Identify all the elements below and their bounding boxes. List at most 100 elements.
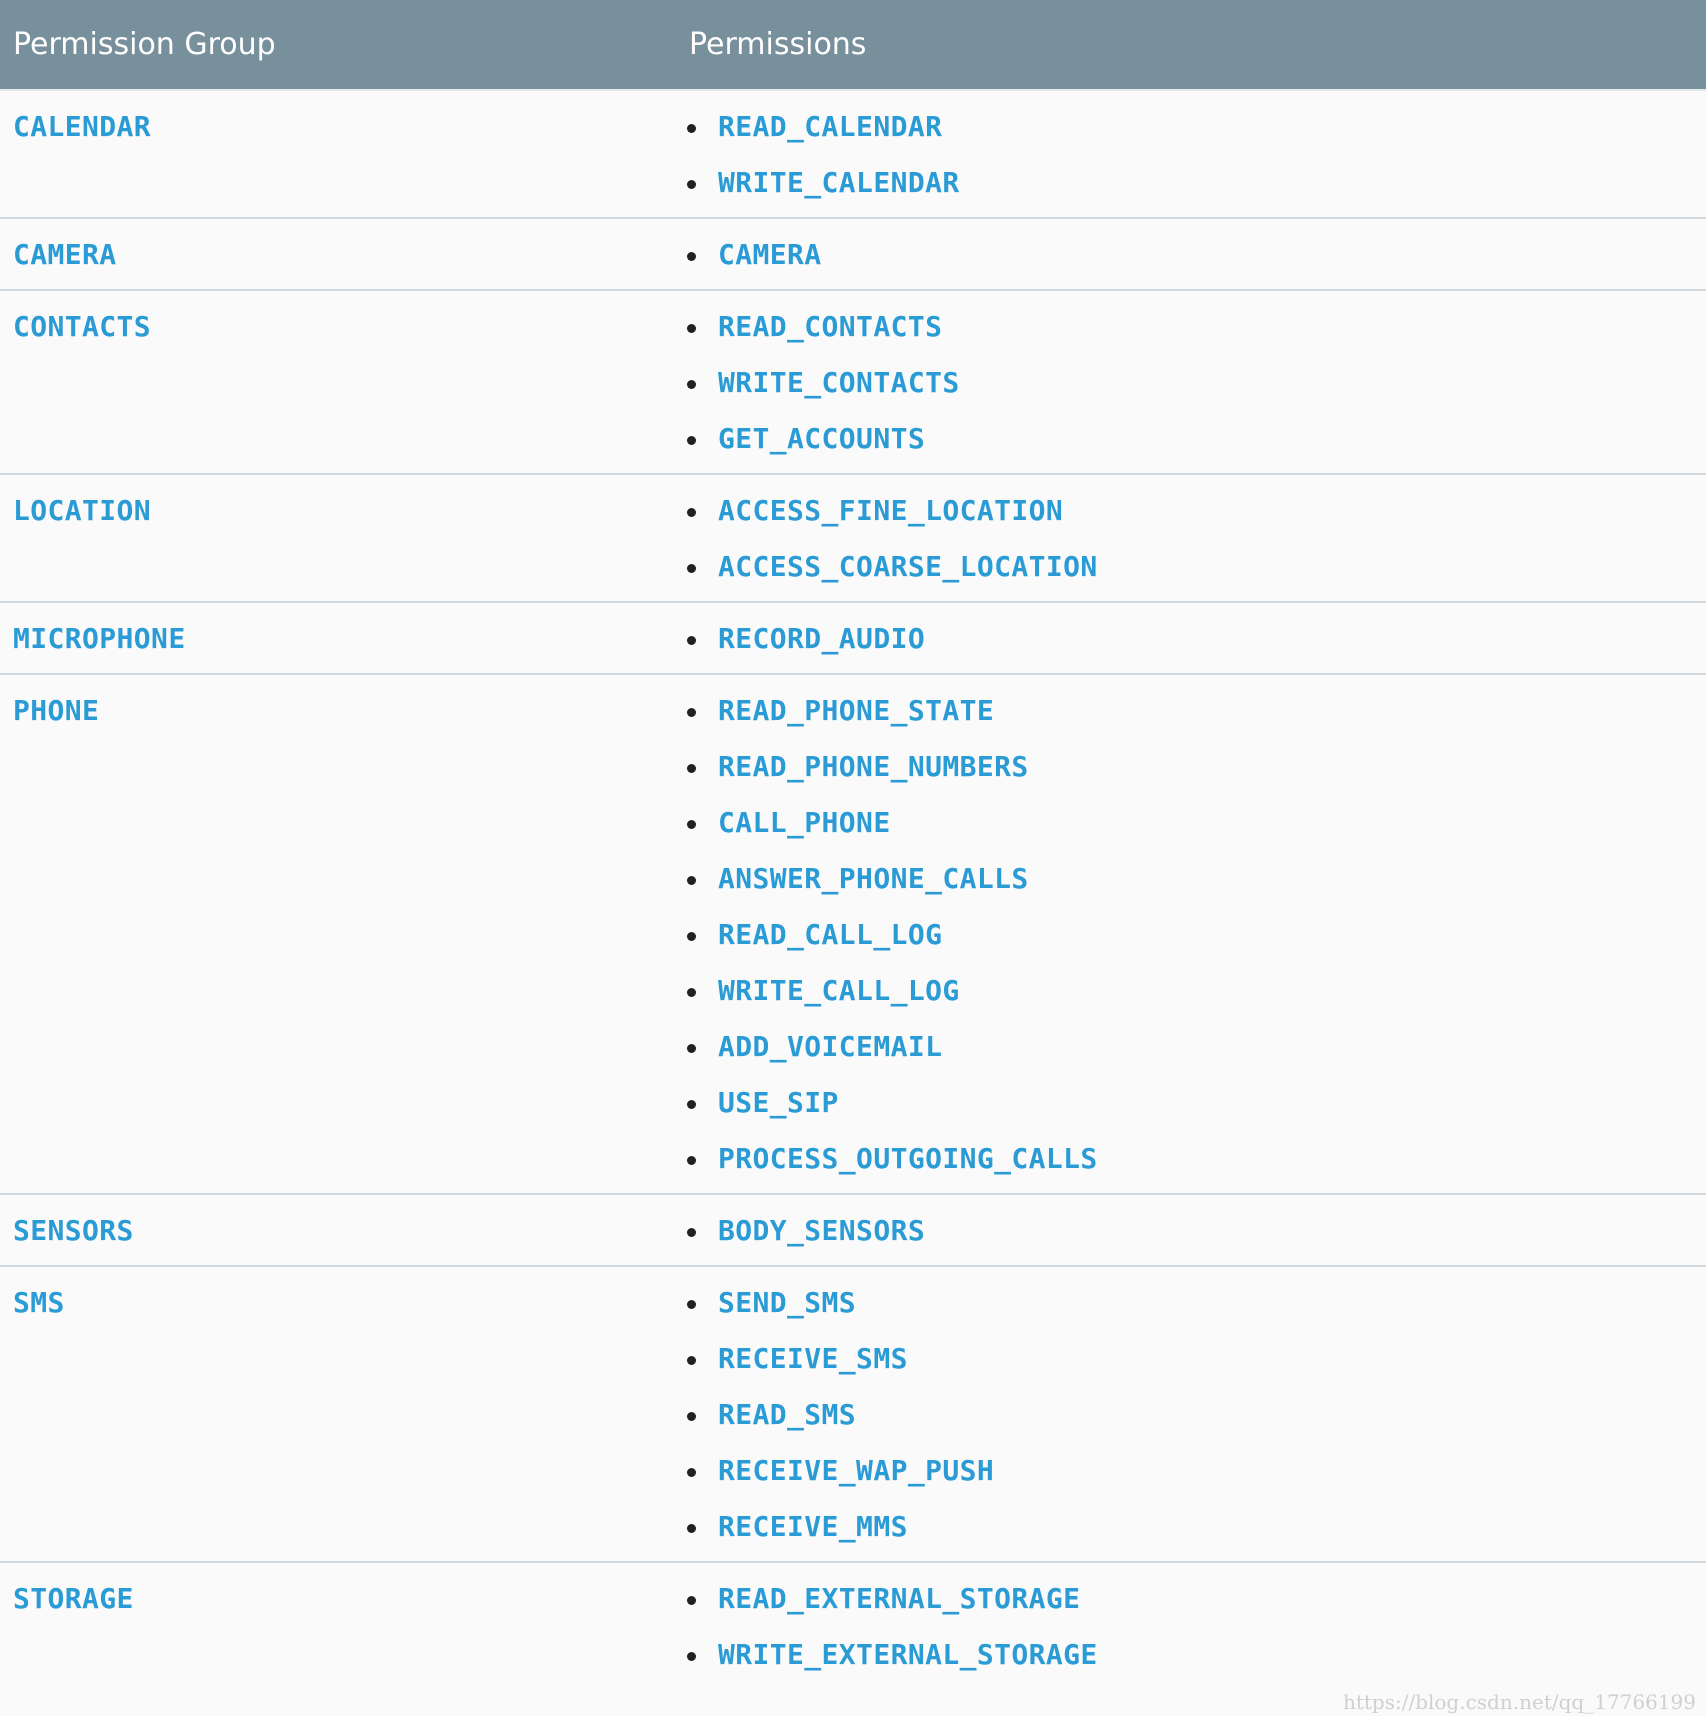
permission-group-link[interactable]: SENSORS: [13, 1214, 134, 1247]
permission-group-link[interactable]: SMS: [13, 1286, 65, 1319]
permissions-cell: SEND_SMS RECEIVE_SMS READ_SMS RECEIVE_WAP_P…: [676, 1266, 1706, 1562]
permission-link[interactable]: CAMERA: [718, 238, 822, 271]
permission-link[interactable]: RECORD_AUDIO: [718, 622, 925, 655]
permission-link[interactable]: ACCESS_COARSE_LOCATION: [718, 550, 1098, 583]
bullet-icon: [687, 380, 696, 389]
list-item: USE_SIP: [676, 1085, 1706, 1121]
permission-link[interactable]: READ_CALL_LOG: [718, 918, 942, 951]
list-item: READ_PHONE_STATE: [676, 693, 1706, 729]
bullet-icon: [687, 1652, 696, 1661]
bullet-icon: [687, 1468, 696, 1477]
list-item: CAMERA: [676, 237, 1706, 273]
permission-link[interactable]: RECEIVE_MMS: [718, 1510, 908, 1543]
permission-link[interactable]: READ_CALENDAR: [718, 110, 942, 143]
permission-list: ACCESS_FINE_LOCATION ACCESS_COARSE_LOCATI…: [676, 475, 1706, 601]
header-permission-group: Permission Group: [0, 0, 676, 90]
permissions-cell: READ_CONTACTS WRITE_CONTACTS GET_ACCOUNTS: [676, 290, 1706, 474]
permission-table: Permission Group Permissions CALENDAR REA…: [0, 0, 1706, 1689]
permission-list: BODY_SENSORS: [676, 1195, 1706, 1265]
bullet-icon: [687, 1300, 696, 1309]
table-row: CALENDAR READ_CALENDAR WRITE_CALENDAR: [0, 90, 1706, 218]
permission-list: READ_CONTACTS WRITE_CONTACTS GET_ACCOUNTS: [676, 291, 1706, 473]
header-permissions: Permissions: [676, 0, 1706, 90]
permission-group-link[interactable]: CONTACTS: [13, 310, 151, 343]
table-row: CAMERA CAMERA: [0, 218, 1706, 290]
bullet-icon: [687, 1044, 696, 1053]
list-item: READ_EXTERNAL_STORAGE: [676, 1581, 1706, 1617]
permission-link[interactable]: CALL_PHONE: [718, 806, 891, 839]
permission-link[interactable]: RECEIVE_SMS: [718, 1342, 908, 1375]
permission-list: CAMERA: [676, 219, 1706, 289]
list-item: CALL_PHONE: [676, 805, 1706, 841]
permission-link[interactable]: USE_SIP: [718, 1086, 839, 1119]
permission-link[interactable]: ACCESS_FINE_LOCATION: [718, 494, 1063, 527]
permission-link[interactable]: READ_CONTACTS: [718, 310, 942, 343]
table-row: PHONE READ_PHONE_STATE READ_PHONE_NUMBERS C…: [0, 674, 1706, 1194]
list-item: ADD_VOICEMAIL: [676, 1029, 1706, 1065]
permissions-cell: CAMERA: [676, 218, 1706, 290]
group-cell: PHONE: [0, 674, 676, 1194]
permission-link[interactable]: READ_SMS: [718, 1398, 856, 1431]
permission-link[interactable]: READ_EXTERNAL_STORAGE: [718, 1582, 1080, 1615]
permission-list: READ_PHONE_STATE READ_PHONE_NUMBERS CALL_P…: [676, 675, 1706, 1193]
bullet-icon: [687, 436, 696, 445]
table-header: Permission Group Permissions: [0, 0, 1706, 90]
group-cell: MICROPHONE: [0, 602, 676, 674]
list-item: WRITE_EXTERNAL_STORAGE: [676, 1637, 1706, 1673]
list-item: READ_SMS: [676, 1397, 1706, 1433]
permission-link[interactable]: READ_PHONE_STATE: [718, 694, 994, 727]
permissions-cell: READ_PHONE_STATE READ_PHONE_NUMBERS CALL_P…: [676, 674, 1706, 1194]
permission-link[interactable]: RECEIVE_WAP_PUSH: [718, 1454, 994, 1487]
permission-link[interactable]: WRITE_CALL_LOG: [718, 974, 960, 1007]
table-row: LOCATION ACCESS_FINE_LOCATION ACCESS_COARS…: [0, 474, 1706, 602]
permissions-cell: READ_CALENDAR WRITE_CALENDAR: [676, 90, 1706, 218]
bullet-icon: [687, 932, 696, 941]
bullet-icon: [687, 1356, 696, 1365]
list-item: WRITE_CALENDAR: [676, 165, 1706, 201]
permission-group-link[interactable]: STORAGE: [13, 1582, 134, 1615]
list-item: ACCESS_FINE_LOCATION: [676, 493, 1706, 529]
list-item: WRITE_CALL_LOG: [676, 973, 1706, 1009]
bullet-icon: [687, 508, 696, 517]
bullet-icon: [687, 876, 696, 885]
permission-link[interactable]: GET_ACCOUNTS: [718, 422, 925, 455]
permission-link[interactable]: PROCESS_OUTGOING_CALLS: [718, 1142, 1098, 1175]
permission-link[interactable]: WRITE_CALENDAR: [718, 166, 960, 199]
permission-group-link[interactable]: PHONE: [13, 694, 99, 727]
list-item: RECEIVE_WAP_PUSH: [676, 1453, 1706, 1489]
list-item: READ_CONTACTS: [676, 309, 1706, 345]
group-cell: CAMERA: [0, 218, 676, 290]
permission-group-link[interactable]: MICROPHONE: [13, 622, 186, 655]
table-row: CONTACTS READ_CONTACTS WRITE_CONTACTS GET_A…: [0, 290, 1706, 474]
permission-link[interactable]: ADD_VOICEMAIL: [718, 1030, 942, 1063]
list-item: ACCESS_COARSE_LOCATION: [676, 549, 1706, 585]
permissions-cell: RECORD_AUDIO: [676, 602, 1706, 674]
permission-group-link[interactable]: LOCATION: [13, 494, 151, 527]
permission-link[interactable]: READ_PHONE_NUMBERS: [718, 750, 1029, 783]
permission-link[interactable]: WRITE_CONTACTS: [718, 366, 960, 399]
permission-link[interactable]: BODY_SENSORS: [718, 1214, 925, 1247]
list-item: PROCESS_OUTGOING_CALLS: [676, 1141, 1706, 1177]
table-row: SMS SEND_SMS RECEIVE_SMS READ_SMS RECEIVE_WA…: [0, 1266, 1706, 1562]
table-row: SENSORS BODY_SENSORS: [0, 1194, 1706, 1266]
list-item: READ_CALL_LOG: [676, 917, 1706, 953]
bullet-icon: [687, 820, 696, 829]
permissions-cell: READ_EXTERNAL_STORAGE WRITE_EXTERNAL_STOR…: [676, 1562, 1706, 1689]
group-cell: SENSORS: [0, 1194, 676, 1266]
bullet-icon: [687, 988, 696, 997]
permission-link[interactable]: WRITE_EXTERNAL_STORAGE: [718, 1638, 1098, 1671]
group-cell: STORAGE: [0, 1562, 676, 1689]
group-cell: SMS: [0, 1266, 676, 1562]
page: Permission Group Permissions CALENDAR REA…: [0, 0, 1706, 1716]
permission-link[interactable]: SEND_SMS: [718, 1286, 856, 1319]
permission-group-link[interactable]: CALENDAR: [13, 110, 151, 143]
bullet-icon: [687, 1228, 696, 1237]
table-row: STORAGE READ_EXTERNAL_STORAGE WRITE_EXTERN…: [0, 1562, 1706, 1689]
permission-list: RECORD_AUDIO: [676, 603, 1706, 673]
table-row: MICROPHONE RECORD_AUDIO: [0, 602, 1706, 674]
bullet-icon: [687, 1524, 696, 1533]
group-cell: LOCATION: [0, 474, 676, 602]
permission-group-link[interactable]: CAMERA: [13, 238, 117, 271]
permission-link[interactable]: ANSWER_PHONE_CALLS: [718, 862, 1029, 895]
list-item: SEND_SMS: [676, 1285, 1706, 1321]
